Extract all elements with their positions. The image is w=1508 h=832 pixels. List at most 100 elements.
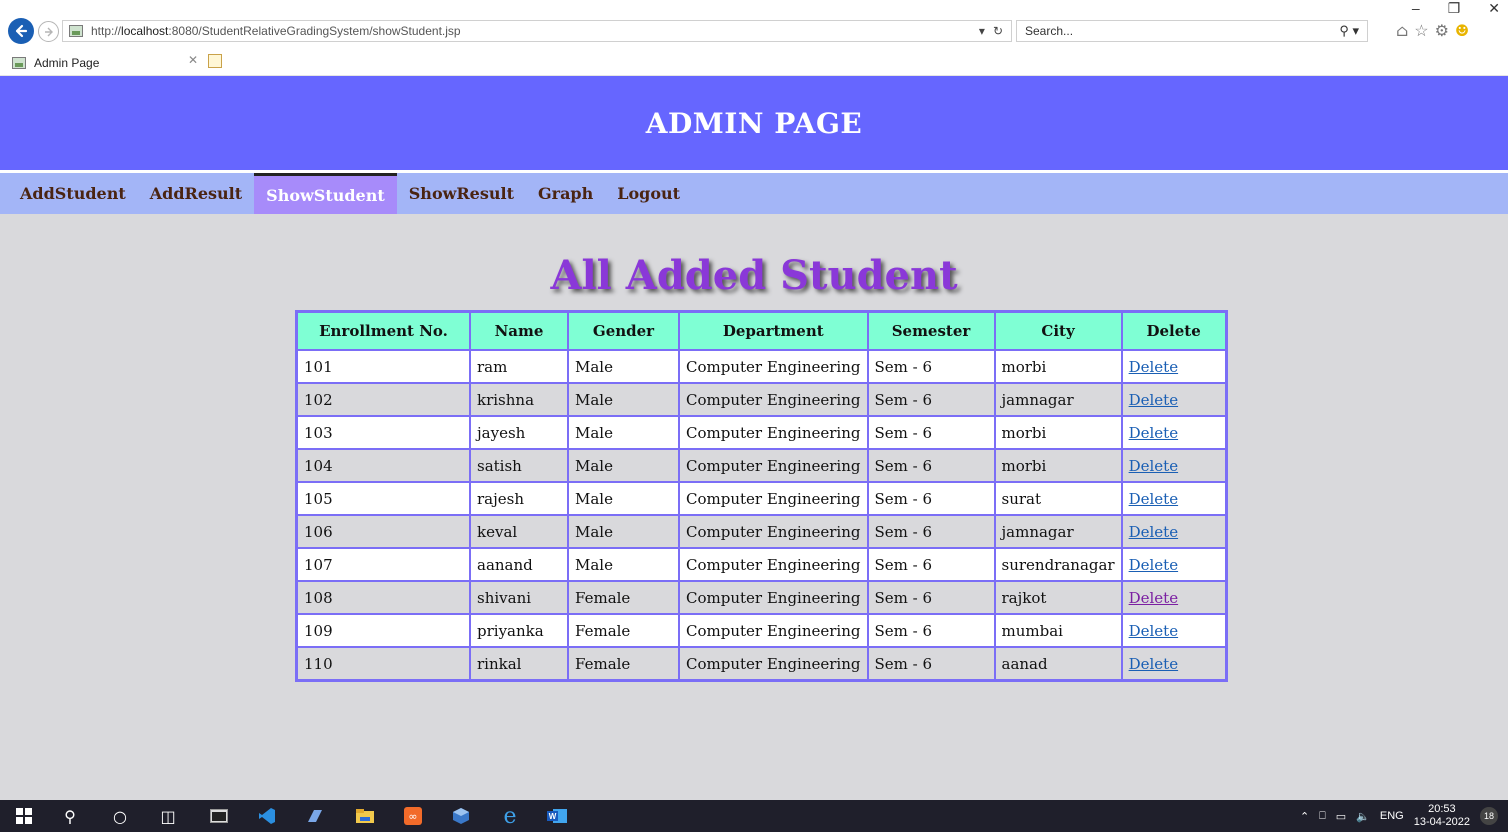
delete-link[interactable]: Delete	[1129, 424, 1178, 442]
column-header-semester: Semester	[867, 312, 995, 350]
task-view-icon[interactable]: ◫	[158, 806, 178, 826]
internet-explorer-icon[interactable]: e	[498, 804, 522, 829]
xampp-icon[interactable]: ∞	[402, 806, 424, 826]
delete-link[interactable]: Delete	[1129, 490, 1178, 508]
cell-city: morbi	[994, 416, 1122, 449]
search-icon[interactable]: ⚲	[60, 806, 80, 826]
cell-enrollment: 107	[297, 548, 470, 581]
search-input[interactable]: Search... ⚲ ▾	[1016, 20, 1368, 42]
svg-text:∞: ∞	[408, 810, 417, 823]
cell-semester: Sem - 6	[867, 350, 995, 383]
delete-link[interactable]: Delete	[1129, 556, 1178, 574]
netbeans-icon[interactable]	[450, 806, 472, 826]
cell-delete: Delete	[1121, 548, 1226, 581]
windows-start-icon[interactable]	[14, 806, 34, 826]
delete-link[interactable]: Delete	[1129, 523, 1178, 541]
restore-icon[interactable]: ❐	[1448, 0, 1461, 17]
cell-delete: Delete	[1121, 581, 1226, 614]
column-header-enrollment: Enrollment No.	[297, 312, 470, 350]
nav-item-showstudent[interactable]: ShowStudent	[254, 173, 397, 214]
cell-delete: Delete	[1121, 647, 1226, 680]
column-header-department: Department	[679, 312, 868, 350]
battery-icon[interactable]: ▭	[1336, 810, 1346, 823]
cell-name: aanand	[470, 548, 568, 581]
cell-delete: Delete	[1121, 416, 1226, 449]
cortana-icon[interactable]: ○	[110, 806, 130, 826]
delete-link[interactable]: Delete	[1129, 622, 1178, 640]
chevron-up-icon[interactable]: ⌃	[1300, 810, 1309, 823]
table-row: 103 jayesh Male Computer Engineering Sem - 6…	[297, 416, 1226, 449]
address-bar[interactable]: http://localhost:8080/StudentRelativeGra…	[62, 20, 1012, 42]
cell-semester: Sem - 6	[867, 383, 995, 416]
cell-city: jamnagar	[994, 383, 1122, 416]
cell-enrollment: 108	[297, 581, 470, 614]
delete-link[interactable]: Delete	[1129, 589, 1178, 607]
network-icon[interactable]: ⎕	[1319, 810, 1326, 823]
vscode-icon[interactable]	[256, 806, 278, 826]
cell-name: keval	[470, 515, 568, 548]
cell-name: rajesh	[470, 482, 568, 515]
app-feather-icon[interactable]	[304, 806, 326, 826]
cell-department: Computer Engineering	[679, 614, 868, 647]
table-row: 101 ram Male Computer Engineering Sem - 6 mor…	[297, 350, 1226, 383]
nav-item-addstudent[interactable]: AddStudent	[8, 173, 138, 214]
clock[interactable]: 20:53 13-04-2022	[1414, 803, 1470, 829]
cell-enrollment: 103	[297, 416, 470, 449]
cell-gender: Female	[568, 581, 679, 614]
url-path: :8080/StudentRelativeGradingSystem/showS…	[168, 24, 461, 38]
file-explorer-icon[interactable]	[354, 806, 376, 826]
minimize-icon[interactable]: –	[1412, 0, 1420, 17]
cell-enrollment: 106	[297, 515, 470, 548]
home-icon[interactable]: ⌂	[1396, 21, 1408, 40]
nav-item-logout[interactable]: Logout	[605, 173, 692, 214]
back-button[interactable]	[8, 18, 34, 44]
cell-name: krishna	[470, 383, 568, 416]
column-header-gender: Gender	[568, 312, 679, 350]
delete-link[interactable]: Delete	[1129, 655, 1178, 673]
search-icon[interactable]: ⚲ ▾	[1339, 23, 1359, 39]
nav-item-showresult[interactable]: ShowResult	[397, 173, 526, 214]
table-row: 105 rajesh Male Computer Engineering Sem - 6…	[297, 482, 1226, 515]
back-arrow-icon	[15, 24, 28, 38]
new-tab-icon[interactable]	[208, 54, 222, 68]
cell-department: Computer Engineering	[679, 449, 868, 482]
cell-semester: Sem - 6	[867, 416, 995, 449]
cell-city: morbi	[994, 350, 1122, 383]
cell-delete: Delete	[1121, 383, 1226, 416]
cell-enrollment: 102	[297, 383, 470, 416]
dropdown-icon[interactable]: ▾	[979, 24, 985, 38]
volume-icon[interactable]: 🔈	[1356, 810, 1370, 823]
cell-department: Computer Engineering	[679, 416, 868, 449]
close-icon[interactable]: ✕	[1488, 0, 1500, 17]
cell-name: shivani	[470, 581, 568, 614]
cell-department: Computer Engineering	[679, 515, 868, 548]
cell-semester: Sem - 6	[867, 647, 995, 680]
delete-link[interactable]: Delete	[1129, 358, 1178, 376]
word-icon[interactable]: W	[546, 806, 568, 826]
column-header-name: Name	[470, 312, 568, 350]
cell-department: Computer Engineering	[679, 647, 868, 680]
delete-link[interactable]: Delete	[1129, 457, 1178, 475]
cell-name: satish	[470, 449, 568, 482]
delete-link[interactable]: Delete	[1129, 391, 1178, 409]
table-row: 106 keval Male Computer Engineering Sem - 6j…	[297, 515, 1226, 548]
language-indicator[interactable]: ENG	[1380, 810, 1404, 822]
refresh-icon[interactable]: ↻	[993, 24, 1003, 38]
page-title: ADMIN PAGE	[645, 106, 863, 140]
feedback-smiley-icon[interactable]: ☻	[1455, 21, 1469, 40]
cell-department: Computer Engineering	[679, 383, 868, 416]
forward-button[interactable]	[38, 21, 59, 42]
nav-item-graph[interactable]: Graph	[526, 173, 605, 214]
notification-badge[interactable]: 18	[1480, 807, 1498, 825]
cell-delete: Delete	[1121, 350, 1226, 383]
terminal-icon[interactable]	[208, 806, 230, 826]
favorites-star-icon[interactable]: ☆	[1414, 21, 1428, 40]
table-row: 102 krishna Male Computer Engineering Sem - …	[297, 383, 1226, 416]
window-controls: – ❐ ✕	[1412, 0, 1500, 17]
settings-gear-icon[interactable]: ⚙	[1435, 21, 1449, 40]
tab-close-icon[interactable]: ✕	[188, 53, 198, 67]
nav-item-addresult[interactable]: AddResult	[138, 173, 254, 214]
cell-gender: Male	[568, 548, 679, 581]
cell-city: surendranagar	[994, 548, 1122, 581]
cell-delete: Delete	[1121, 515, 1226, 548]
